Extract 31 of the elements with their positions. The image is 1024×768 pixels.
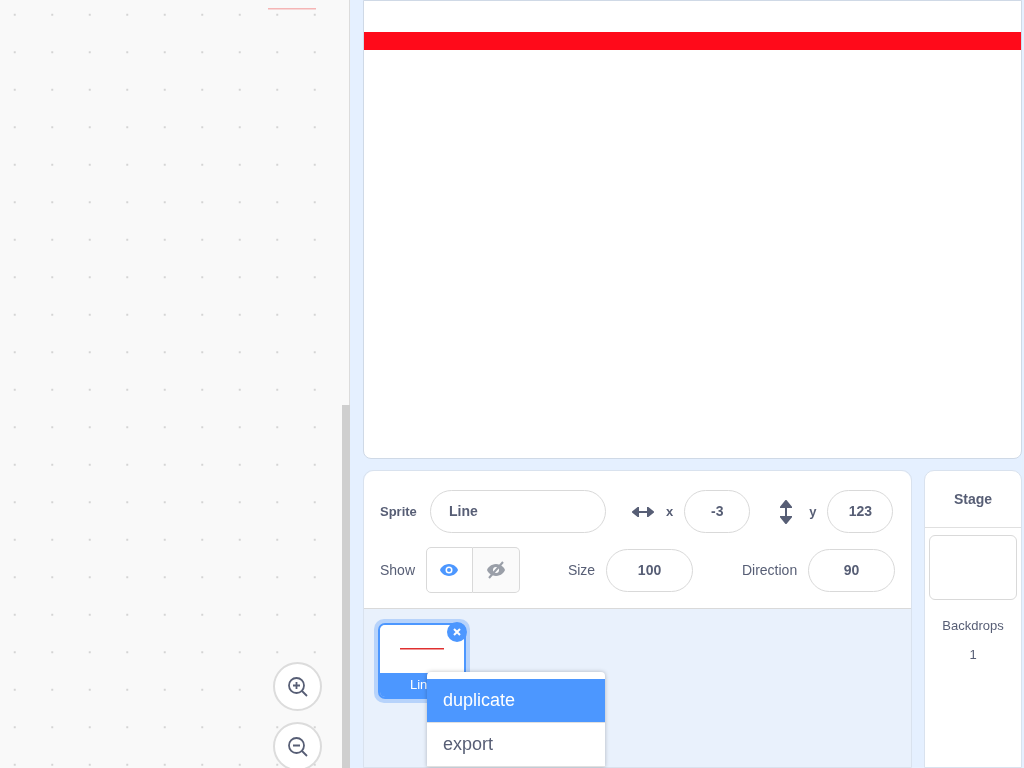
backdrops-label: Backdrops <box>942 617 1004 635</box>
show-label: Show <box>380 560 417 580</box>
y-label: y <box>809 502 817 521</box>
backdrops-count: 1 <box>969 645 977 664</box>
sprite-label: Sprite <box>380 502 418 521</box>
zoom-in-icon <box>285 674 310 699</box>
eye-icon <box>439 563 460 577</box>
horizontal-arrows-icon <box>632 506 654 517</box>
x-label: x <box>666 502 674 521</box>
visibility-toggle[interactable] <box>472 547 520 593</box>
zoom-in-button[interactable] <box>273 662 322 711</box>
delete-button[interactable] <box>447 622 467 642</box>
x-field[interactable]: -3 <box>684 490 751 533</box>
zoom-out-button[interactable] <box>273 722 322 768</box>
scrollbar[interactable] <box>342 405 350 768</box>
visibility-toggle[interactable] <box>425 547 473 593</box>
sprite-name: Lin <box>410 676 428 695</box>
vertical-arrows-icon <box>780 499 793 524</box>
line-drawing <box>268 8 316 10</box>
eye-slash-icon <box>485 561 506 579</box>
size-label: Size <box>567 560 596 580</box>
size-field[interactable]: 100 <box>606 548 693 592</box>
zoom-out-icon <box>285 734 310 759</box>
y-field[interactable]: 123 <box>827 490 894 533</box>
line-thumbnail <box>400 648 444 650</box>
stage-title: Stage <box>953 489 993 509</box>
direction-label: Direction <box>741 560 798 580</box>
stage-thumbnail[interactable] <box>929 535 1017 600</box>
direction-field[interactable]: 90 <box>808 548 895 592</box>
menu-item[interactable]: export <box>427 723 605 767</box>
close-icon <box>453 628 461 636</box>
